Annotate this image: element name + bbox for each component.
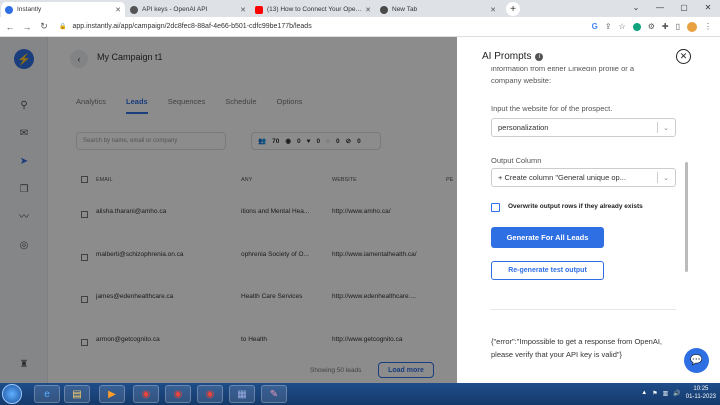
input-column-value: personalization	[498, 123, 549, 132]
chrome-favicon	[380, 5, 388, 14]
output-column-value: + Create column "General unique op...	[498, 173, 626, 182]
address-bar: ← → ↻ 🔒 app.instantly.ai/app/campaign/2d…	[0, 17, 720, 37]
new-tab-button[interactable]: +	[506, 2, 520, 16]
overwrite-checkbox[interactable]	[491, 203, 500, 212]
chrome-icon[interactable]: ◉	[197, 385, 223, 403]
info-icon[interactable]: i	[535, 53, 544, 61]
prompt-text: company website:	[491, 76, 552, 85]
start-button[interactable]	[2, 384, 22, 404]
paint-icon[interactable]: ✎	[261, 385, 287, 403]
menu-icon[interactable]: ⋮	[704, 22, 712, 31]
input-label: Input the website for of the prospect.	[491, 104, 613, 113]
google-icon[interactable]: G	[592, 22, 598, 31]
overwrite-checkbox-label: Overwrite output rows if they already ex…	[508, 203, 643, 210]
window-controls: ⌄ — ▢ ✕	[624, 0, 720, 14]
error-output: {"error":"Impossible to get a response f…	[491, 337, 662, 359]
minimize-button[interactable]: —	[648, 0, 672, 14]
ai-prompts-panel: AI Prompts i ✕ information from either Li…	[457, 37, 720, 383]
browser-tab-openai[interactable]: API keys - OpenAI API ✕	[126, 2, 250, 17]
share-icon[interactable]: ⇪	[605, 22, 612, 31]
youtube-favicon	[255, 5, 263, 14]
extension-icon[interactable]	[632, 22, 641, 31]
extensions-area: G ⇪ ☆ ⚙ ✚ ▯ ⋮	[592, 21, 720, 32]
reload-icon[interactable]: ↻	[37, 21, 51, 32]
back-arrow-icon[interactable]: ←	[3, 22, 17, 32]
app-icon[interactable]: ▦	[229, 385, 255, 403]
close-panel-button[interactable]: ✕	[676, 49, 691, 64]
close-tab-icon[interactable]: ✕	[490, 6, 496, 14]
extension-wrench-icon[interactable]: ⚙	[648, 22, 655, 31]
maximize-button[interactable]: ▢	[672, 0, 696, 14]
close-tab-icon[interactable]: ✕	[115, 6, 121, 14]
close-tab-icon[interactable]: ✕	[240, 6, 246, 14]
close-tab-icon[interactable]: ✕	[365, 6, 371, 14]
flag-icon[interactable]: ⚑	[652, 390, 657, 397]
tab-search-icon[interactable]: ⌄	[624, 0, 648, 14]
network-icon[interactable]: ▥	[663, 390, 669, 397]
url-text: app.instantly.ai/app/campaign/2dc8fec8-8…	[72, 23, 312, 30]
browser-tab-instantly[interactable]: Instantly ✕	[1, 2, 125, 17]
panel-scrollbar[interactable]	[685, 162, 688, 272]
browser-tab-youtube[interactable]: (13) How to Connect Your OpenAI ✕	[251, 2, 375, 17]
chat-support-button[interactable]: 💬	[684, 348, 709, 373]
chrome-icon[interactable]: ◉	[165, 385, 191, 403]
divider	[491, 309, 676, 310]
date: 01-11-2023	[685, 394, 716, 400]
openai-favicon	[130, 5, 138, 14]
generate-all-button[interactable]: Generate For All Leads	[491, 227, 604, 248]
close-window-button[interactable]: ✕	[696, 0, 720, 14]
system-tray: ▲ ⚑ ▥ 🔊 10:25 01-11-2023	[641, 385, 716, 401]
output-column-select[interactable]: + Create column "General unique op... ⌄	[491, 168, 676, 187]
chrome-icon[interactable]: ◉	[133, 385, 159, 403]
puzzle-icon[interactable]: ✚	[662, 22, 669, 31]
windows-taskbar: e ▤ ▶ ◉ ◉ ◉ ▦ ✎ ▲ ⚑ ▥ 🔊 10:25 01-11-2023	[0, 383, 720, 405]
browser-tab-bar: Instantly ✕ API keys - OpenAI API ✕ (13)…	[0, 0, 720, 17]
tab-title: API keys - OpenAI API	[142, 6, 208, 13]
profile-avatar[interactable]	[687, 21, 697, 32]
chevron-down-icon: ⌄	[663, 124, 669, 132]
tray-arrow-icon[interactable]: ▲	[641, 390, 647, 396]
clock[interactable]: 10:25 01-11-2023	[686, 385, 716, 401]
tab-title: New Tab	[392, 6, 418, 13]
tab-title: Instantly	[17, 6, 42, 13]
file-explorer-icon[interactable]: ▤	[64, 385, 90, 403]
tab-title: (13) How to Connect Your OpenAI	[267, 6, 363, 13]
time: 10:25	[693, 386, 709, 392]
lock-icon: 🔒	[59, 24, 67, 30]
regenerate-test-button[interactable]: Re-generate test output	[491, 261, 604, 280]
media-player-icon[interactable]: ▶	[99, 385, 125, 403]
chevron-down-icon: ⌄	[663, 174, 669, 182]
bookmark-star-icon[interactable]: ☆	[619, 22, 626, 31]
internet-explorer-icon[interactable]: e	[34, 385, 60, 403]
panel-title: AI Prompts i	[482, 51, 544, 62]
instantly-favicon	[5, 5, 13, 14]
forward-arrow-icon[interactable]: →	[20, 22, 34, 32]
url-field[interactable]: 🔒 app.instantly.ai/app/campaign/2dc8fec8…	[59, 20, 592, 34]
volume-icon[interactable]: 🔊	[673, 390, 680, 397]
modal-overlay[interactable]	[0, 37, 457, 383]
prompt-text-partial: information from either LinkedIn profile…	[491, 67, 634, 73]
input-column-select[interactable]: personalization ⌄	[491, 118, 676, 137]
sidepanel-icon[interactable]: ▯	[676, 22, 680, 31]
output-column-label: Output Column	[491, 156, 542, 165]
browser-tab-newtab[interactable]: New Tab ✕	[376, 2, 500, 17]
